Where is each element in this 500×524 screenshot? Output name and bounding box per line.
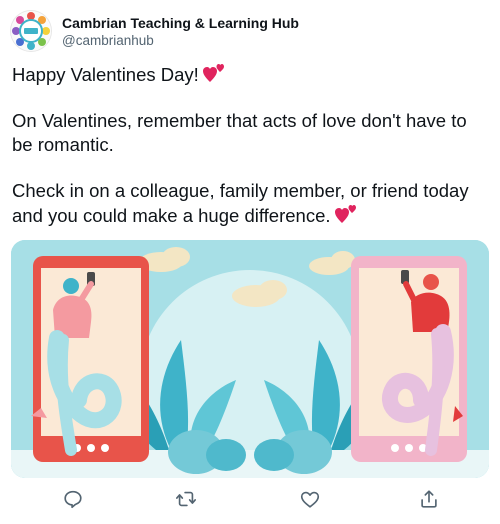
two-hearts-icon: [334, 205, 356, 223]
tweet-text: Happy Valentines Day! On Valentines, rem…: [12, 62, 482, 250]
reply-icon: [64, 490, 82, 509]
like-icon: [300, 491, 320, 508]
avatar[interactable]: [10, 10, 52, 52]
account-names: Cambrian Teaching & Learning Hub @cambri…: [62, 14, 299, 50]
reply-button[interactable]: [62, 488, 84, 510]
share-icon: [421, 490, 437, 508]
retweet-button[interactable]: [175, 488, 197, 510]
handle[interactable]: @cambrianhub: [62, 32, 299, 50]
tweet-paragraph: Happy Valentines Day!: [12, 62, 482, 87]
share-button[interactable]: [418, 488, 440, 510]
tweet-paragraph: On Valentines, remember that acts of lov…: [12, 109, 482, 157]
retweet-icon: [176, 491, 196, 507]
two-hearts-icon: [202, 64, 224, 82]
tweet-paragraph-text: Happy Valentines Day!: [12, 64, 199, 85]
tweet-paragraph: Check in on a colleague, family member, …: [12, 179, 482, 228]
tweet-paragraph-text: On Valentines, remember that acts of lov…: [12, 110, 467, 155]
tweet-paragraph-text: Check in on a colleague, family member, …: [12, 180, 469, 226]
tweet-media-image[interactable]: [11, 240, 489, 478]
tweet-header: Cambrian Teaching & Learning Hub @cambri…: [10, 10, 299, 52]
valentines-phone-illustration: [11, 240, 489, 478]
cambrian-logo-icon: [11, 11, 51, 51]
tweet-actions: [0, 488, 500, 514]
display-name[interactable]: Cambrian Teaching & Learning Hub: [62, 14, 299, 32]
like-button[interactable]: [299, 488, 321, 510]
